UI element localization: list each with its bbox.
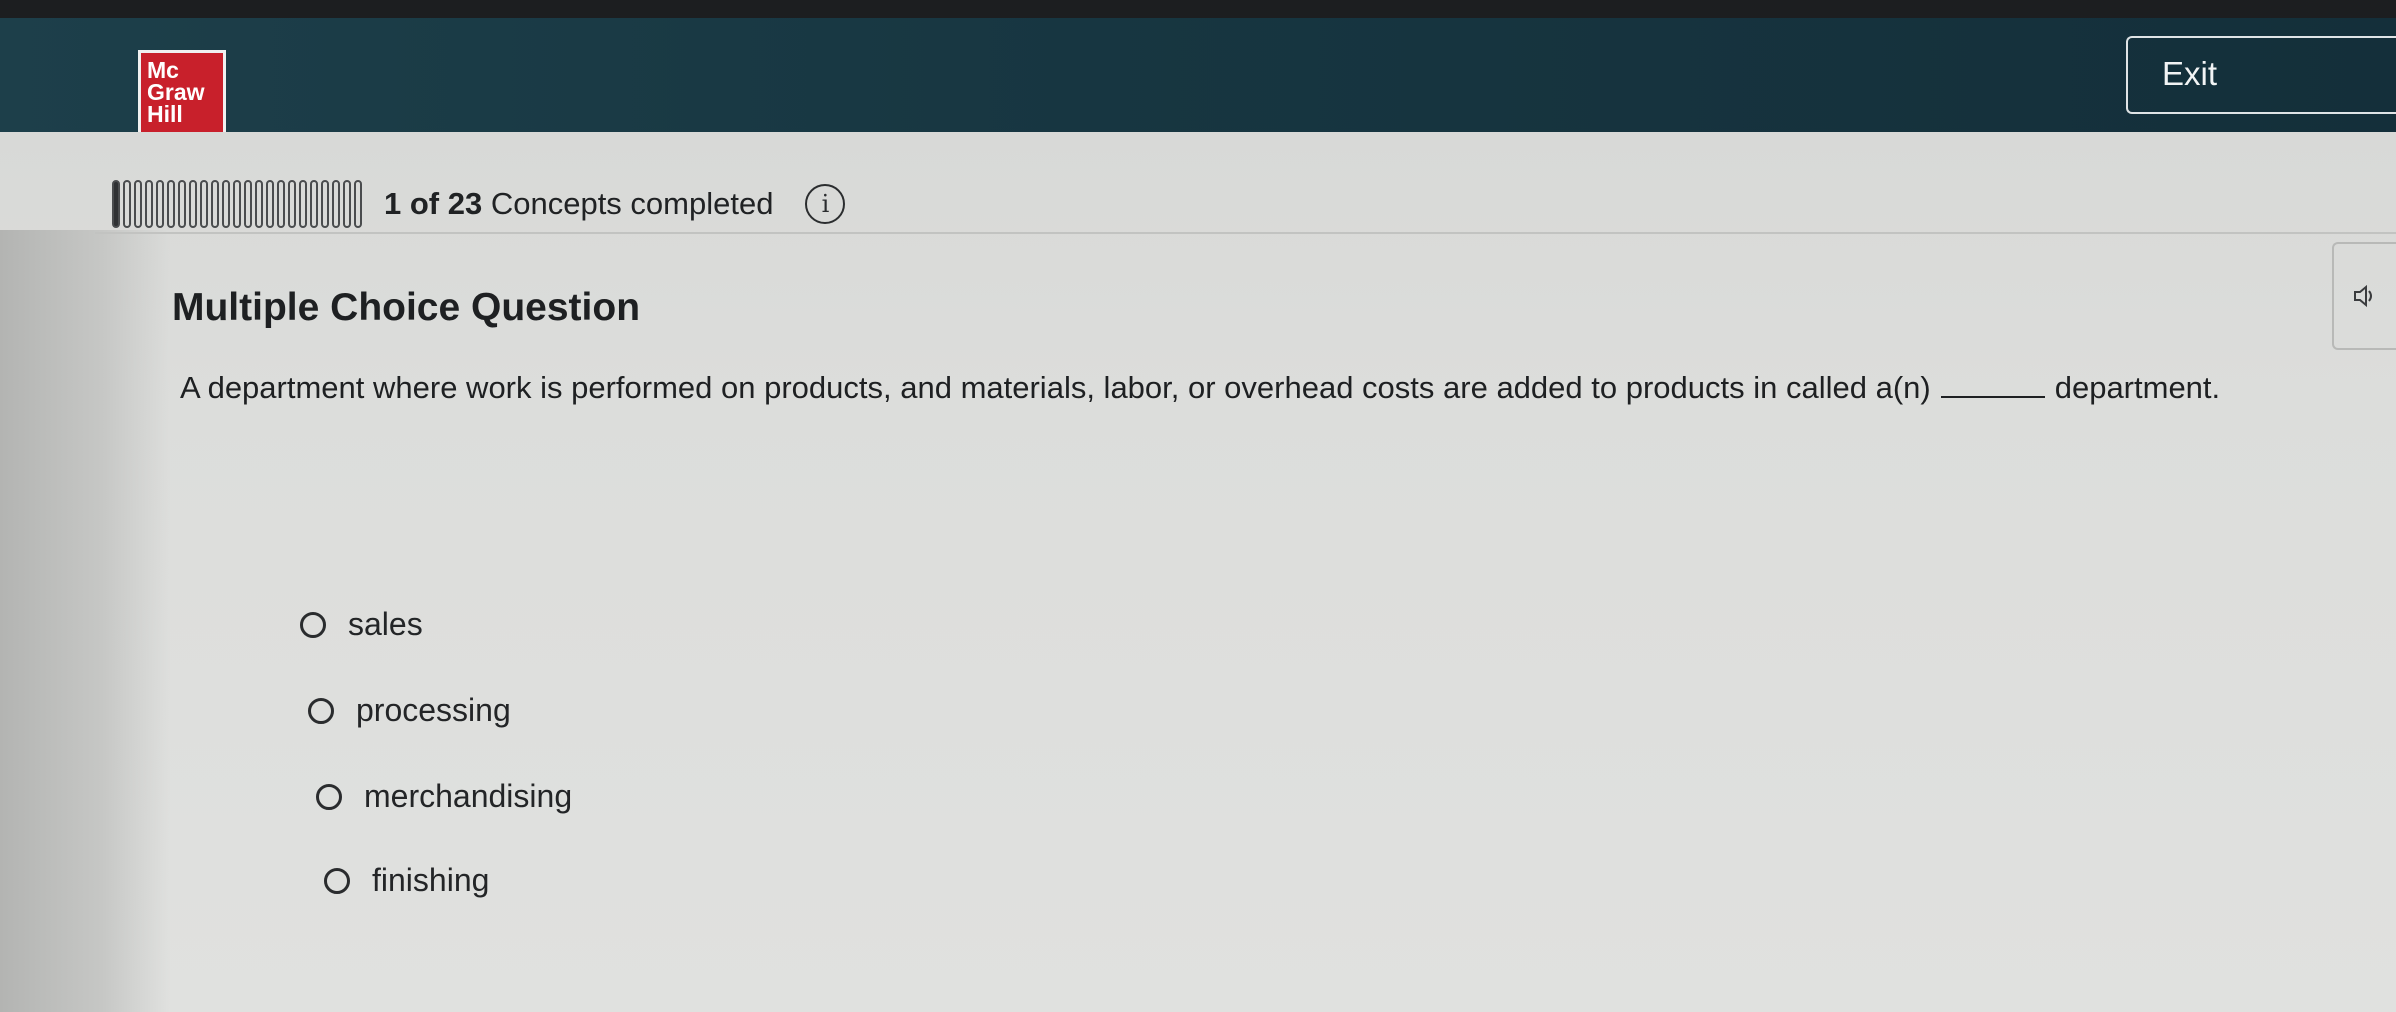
progress-tick — [343, 180, 351, 228]
progress-tick — [178, 180, 186, 228]
progress-tick — [134, 180, 142, 228]
progress-tick — [167, 180, 175, 228]
progress-tick — [123, 180, 131, 228]
radio-button[interactable] — [300, 611, 326, 638]
speaker-icon — [2354, 284, 2372, 308]
progress-tick — [200, 180, 208, 228]
progress-count: 1 of 23 — [384, 186, 483, 221]
progress-bar — [112, 180, 362, 228]
progress-tick — [354, 180, 362, 228]
progress-tick — [299, 180, 307, 228]
option-label: merchandising — [364, 778, 573, 814]
question-text: A department where work is performed on … — [180, 370, 2340, 406]
logo-line-2: Graw — [147, 79, 205, 105]
progress-tick — [112, 180, 120, 228]
option-label: finishing — [372, 862, 490, 898]
progress-tick — [266, 180, 274, 228]
progress-tick — [222, 180, 230, 228]
option-finishing[interactable]: finishing — [324, 862, 489, 899]
option-sales[interactable]: sales — [300, 606, 423, 643]
progress-suffix: Concepts completed — [490, 186, 774, 221]
read-aloud-button[interactable] — [2332, 242, 2396, 350]
progress-tick — [233, 180, 241, 228]
progress-row: 1 of 23 Concepts completed i — [112, 178, 846, 230]
progress-tick — [156, 180, 164, 228]
info-icon[interactable]: i — [805, 184, 846, 224]
option-label: processing — [356, 692, 511, 728]
option-merchandising[interactable]: merchandising — [316, 778, 572, 815]
exit-assignment-button[interactable]: Exit Assignment — [2126, 36, 2396, 164]
progress-tick — [244, 180, 252, 228]
progress-tick — [145, 180, 153, 228]
progress-tick — [277, 180, 285, 228]
option-label: sales — [348, 606, 423, 642]
progress-tick — [288, 180, 296, 228]
question-type-title: Multiple Choice Question — [172, 286, 641, 329]
divider — [95, 232, 2396, 234]
logo-line-3: Hill — [147, 101, 183, 127]
progress-tick — [255, 180, 263, 228]
answer-blank — [1940, 388, 2045, 398]
radio-button[interactable] — [316, 783, 342, 810]
radio-button[interactable] — [324, 867, 350, 894]
left-margin — [0, 230, 170, 1012]
radio-button[interactable] — [308, 697, 334, 724]
mcgraw-hill-logo: Mc Graw Hill — [138, 50, 226, 142]
progress-text: 1 of 23 Concepts completed — [384, 186, 773, 222]
progress-tick — [321, 180, 329, 228]
progress-tick — [332, 180, 340, 228]
question-text-after: department. — [2054, 370, 2221, 405]
progress-tick — [310, 180, 318, 228]
progress-tick — [211, 180, 219, 228]
option-processing[interactable]: processing — [308, 692, 511, 729]
logo-line-1: Mc — [147, 57, 179, 83]
question-text-before: A department where work is performed on … — [180, 370, 1931, 405]
progress-tick — [189, 180, 197, 228]
